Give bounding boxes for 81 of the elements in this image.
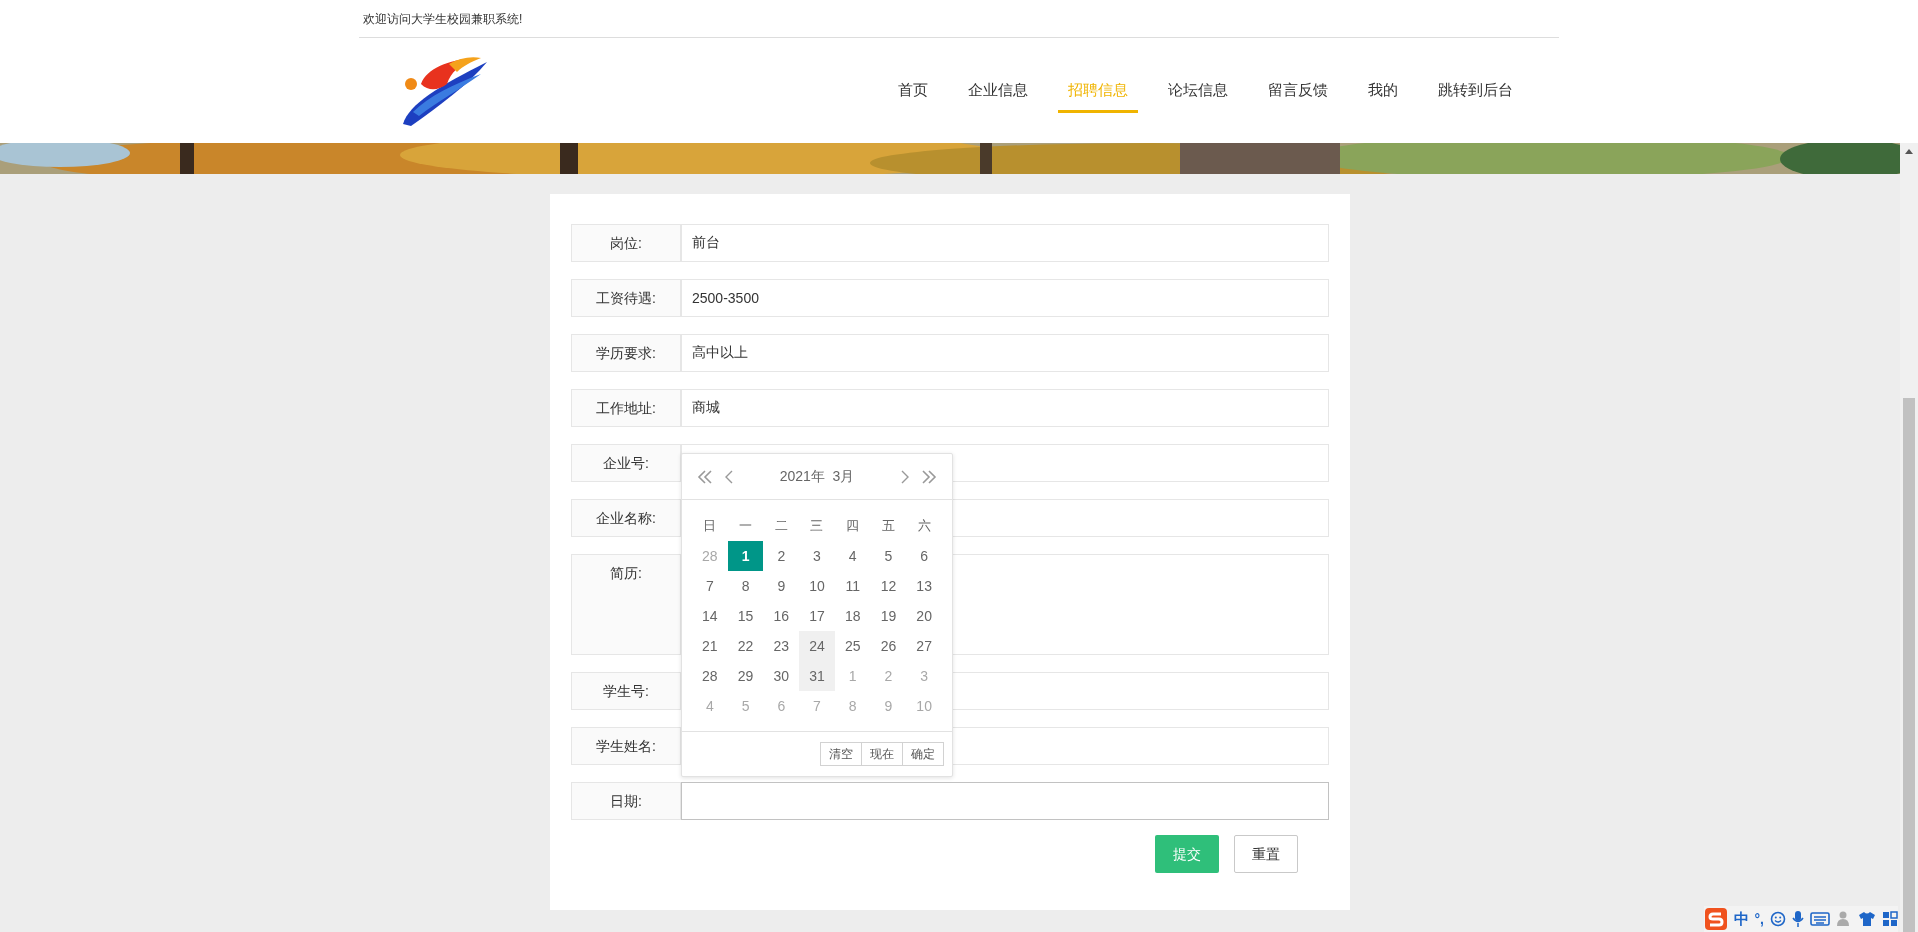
- field-label: 工作地址:: [571, 389, 681, 427]
- reset-button[interactable]: 重置: [1234, 835, 1298, 873]
- smiley-icon[interactable]: [1770, 911, 1786, 927]
- keyboard-icon[interactable]: [1810, 912, 1830, 926]
- calendar-day[interactable]: 12: [870, 571, 907, 601]
- field-label: 简历:: [571, 554, 681, 655]
- calendar-day[interactable]: 5: [870, 541, 907, 571]
- welcome-text: 欢迎访问大学生校园兼职系统!: [363, 10, 523, 28]
- double-chevron-right-icon[interactable]: [920, 468, 938, 485]
- calendar-day[interactable]: 24: [799, 631, 835, 661]
- calendar-day[interactable]: 21: [692, 631, 728, 661]
- scroll-up-icon[interactable]: [1904, 147, 1914, 155]
- calendar-day[interactable]: 7: [692, 571, 728, 601]
- nav-link[interactable]: 我的: [1358, 68, 1408, 113]
- weekday-label: 日: [702, 517, 718, 536]
- weekday-label: 四: [845, 517, 861, 536]
- input-field[interactable]: 前台: [681, 224, 1329, 262]
- calendar-day[interactable]: 28: [692, 661, 728, 691]
- field-label: 日期:: [571, 782, 681, 820]
- shirt-icon[interactable]: [1858, 911, 1876, 927]
- chevron-left-icon[interactable]: [724, 468, 734, 485]
- field-label: 学生号:: [571, 672, 681, 710]
- calendar-day[interactable]: 4: [834, 541, 871, 571]
- calendar-day[interactable]: 2: [763, 541, 800, 571]
- calendar-day[interactable]: 6: [906, 541, 942, 571]
- calendar-day[interactable]: 26: [870, 631, 907, 661]
- weekday-label: 一: [738, 517, 754, 536]
- input-field[interactable]: 商城: [681, 389, 1329, 427]
- field-label: 工资待遇:: [571, 279, 681, 317]
- nav-link[interactable]: 论坛信息: [1158, 68, 1238, 113]
- field-label: 企业名称:: [571, 499, 681, 537]
- calendar-day[interactable]: 23: [763, 631, 800, 661]
- calendar-day[interactable]: 13: [906, 571, 942, 601]
- calendar-day[interactable]: 8: [727, 571, 764, 601]
- weekday-label: 六: [916, 517, 932, 536]
- nav-link[interactable]: 企业信息: [958, 68, 1038, 113]
- weekday-label: 五: [880, 517, 896, 536]
- user-icon[interactable]: [1836, 910, 1852, 928]
- input-field[interactable]: [681, 782, 1329, 820]
- calendar-day[interactable]: 29: [727, 661, 764, 691]
- microphone-icon[interactable]: [1792, 910, 1804, 928]
- calendar-day[interactable]: 22: [727, 631, 764, 661]
- calendar-day[interactable]: 20: [906, 601, 942, 631]
- input-field[interactable]: 高中以上: [681, 334, 1329, 372]
- picker-button[interactable]: 清空: [820, 742, 862, 766]
- calendar-day[interactable]: 16: [763, 601, 800, 631]
- picker-button[interactable]: 确定: [902, 742, 944, 766]
- field-label: 企业号:: [571, 444, 681, 482]
- calendar-day[interactable]: 11: [834, 571, 871, 601]
- weekday-label: 三: [809, 517, 825, 536]
- calendar-day[interactable]: 25: [834, 631, 871, 661]
- ime-punctuation[interactable]: °,: [1754, 908, 1764, 930]
- calendar-day[interactable]: 3: [799, 541, 835, 571]
- calendar-day[interactable]: 31: [799, 661, 835, 691]
- nav-link[interactable]: 跳转到后台: [1428, 68, 1523, 113]
- nav-link[interactable]: 首页: [888, 68, 938, 113]
- field-label: 学历要求:: [571, 334, 681, 372]
- scrollbar[interactable]: [1900, 143, 1918, 932]
- calendar-day[interactable]: 1: [727, 541, 764, 571]
- grid-icon[interactable]: [1882, 911, 1898, 927]
- calendar-day[interactable]: 9: [763, 571, 800, 601]
- double-chevron-left-icon[interactable]: [696, 468, 714, 485]
- chevron-right-icon[interactable]: [900, 468, 910, 485]
- field-label: 学生姓名:: [571, 727, 681, 765]
- calendar-day[interactable]: 30: [763, 661, 800, 691]
- nav-link[interactable]: 留言反馈: [1258, 68, 1338, 113]
- input-field[interactable]: 2500-3500: [681, 279, 1329, 317]
- weekday-label: 二: [773, 517, 789, 536]
- calendar-day[interactable]: 18: [834, 601, 871, 631]
- ime-logo-icon[interactable]: [1703, 907, 1728, 931]
- calendar-day[interactable]: 15: [727, 601, 764, 631]
- calendar-day[interactable]: 17: [799, 601, 835, 631]
- calendar-day[interactable]: 19: [870, 601, 907, 631]
- month-title[interactable]: 2021年 3月: [734, 466, 900, 487]
- picker-button[interactable]: 现在: [861, 742, 903, 766]
- ime-mode[interactable]: 中: [1733, 907, 1749, 931]
- calendar-day[interactable]: 10: [799, 571, 835, 601]
- calendar-day[interactable]: 27: [906, 631, 942, 661]
- field-label: 岗位:: [571, 224, 681, 262]
- calendar-day[interactable]: 14: [692, 601, 728, 631]
- scrollbar-thumb[interactable]: [1903, 398, 1915, 932]
